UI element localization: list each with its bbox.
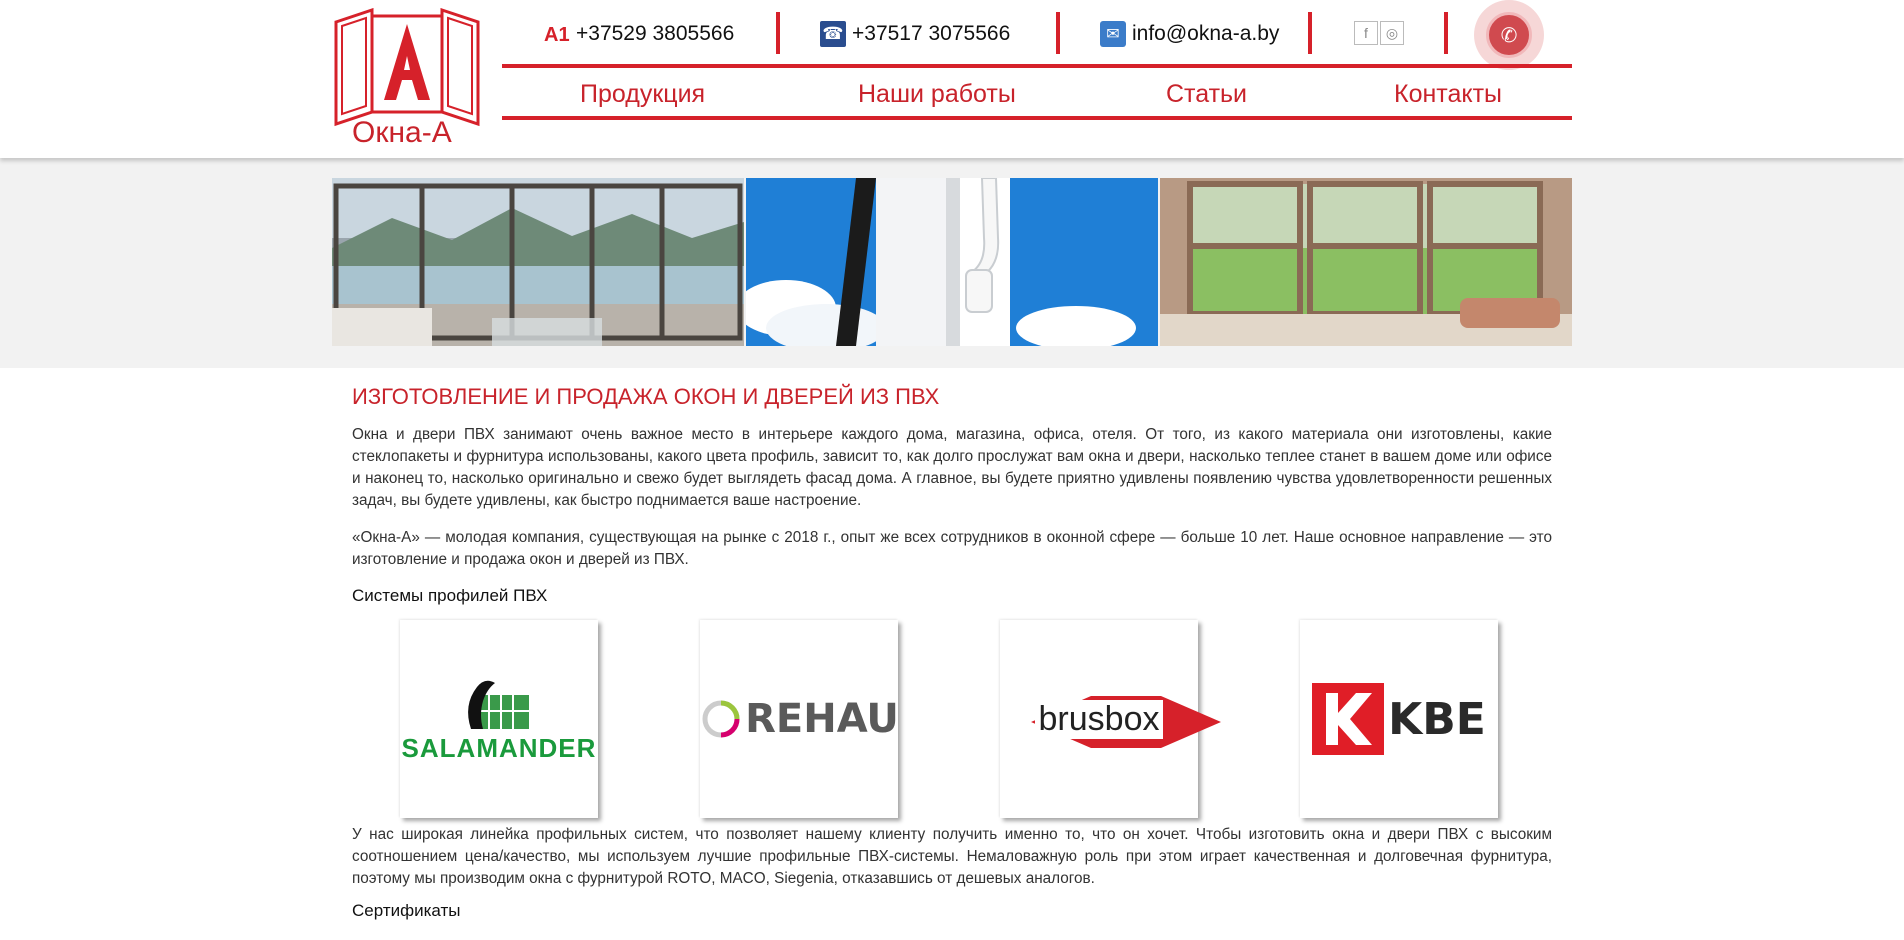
lake-doors-illustration	[332, 178, 744, 346]
social-links: f ◎	[1354, 21, 1406, 45]
profiles-heading: Системы профилей ПВХ	[352, 586, 548, 605]
bottom-content: У нас широкая линейка профильных систем,…	[352, 824, 1552, 935]
brand-label: SALAMANDER	[401, 732, 597, 763]
salamander-logo: SALAMANDER	[402, 675, 597, 764]
nav-item-contacts[interactable]: Контакты	[1394, 80, 1502, 109]
banner-image-window-handle	[746, 178, 1158, 346]
brand-label: KBE	[1388, 693, 1486, 745]
nav-item-our-works[interactable]: Наши работы	[858, 80, 1016, 109]
kbe-k-icon	[1312, 683, 1385, 755]
page: Окна-А A1 +37529 3805566 ☎ +37517 307556…	[0, 0, 1904, 940]
email[interactable]: ✉ info@okna-a.by	[1100, 18, 1279, 50]
banner-image-lake-doors	[332, 178, 744, 346]
email-address: info@okna-a.by	[1132, 22, 1280, 45]
brand-rehau[interactable]: REHAU	[699, 620, 899, 818]
site-logo[interactable]: Окна-А	[332, 7, 482, 154]
brand-brusbox[interactable]: brusbox	[1000, 620, 1221, 818]
rehau-logo: REHAU	[699, 696, 899, 742]
instagram-icon[interactable]: ◎	[1380, 21, 1404, 45]
phone2-number: +37517 3075566	[852, 22, 1011, 45]
separator	[776, 12, 780, 54]
salamander-icon	[468, 680, 529, 729]
contacts-bar: A1 +37529 3805566 ☎ +37517 3075566 ✉ inf…	[502, 0, 1572, 70]
callback-button[interactable]: ✆	[1474, 0, 1544, 70]
profiles-paragraph: У нас широкая линейка профильных систем,…	[352, 826, 1552, 887]
intro-paragraph: Окна и двери ПВХ занимают очень важное м…	[352, 426, 1552, 509]
nav-item-products[interactable]: Продукция	[580, 80, 705, 109]
separator	[1444, 12, 1448, 54]
logo-text: Окна-А	[352, 116, 452, 149]
brand-label: brusbox	[1034, 699, 1164, 739]
mail-icon: ✉	[1100, 21, 1126, 47]
nav-item-articles[interactable]: Статьи	[1166, 80, 1247, 109]
a1-operator-icon: A1	[544, 24, 570, 46]
phone2[interactable]: ☎ +37517 3075566	[820, 18, 1010, 50]
main-nav: Продукция Наши работы Статьи Контакты	[502, 64, 1572, 120]
separator	[1308, 12, 1312, 54]
phone-call-icon: ✆	[1486, 12, 1532, 58]
wooden-windows-illustration	[1160, 178, 1572, 346]
certificates-heading: Сертификаты	[352, 901, 461, 920]
window-handle-illustration	[746, 178, 1158, 346]
banner-image-wooden-windows	[1160, 178, 1572, 346]
facebook-icon[interactable]: f	[1354, 21, 1378, 45]
brusbox-logo: brusbox	[1030, 695, 1221, 748]
brand-label: REHAU	[745, 696, 899, 742]
company-paragraph: «Окна-А» — молодая компания, существующа…	[352, 529, 1552, 568]
main-content: ИЗГОТОВЛЕНИЕ И ПРОДАЖА ОКОН И ДВЕРЕЙ ИЗ …	[352, 384, 1552, 620]
page-title: ИЗГОТОВЛЕНИЕ И ПРОДАЖА ОКОН И ДВЕРЕЙ ИЗ …	[352, 384, 940, 409]
kbe-logo: KBE	[1312, 683, 1486, 755]
separator	[1056, 12, 1060, 54]
rehau-ring-icon	[702, 700, 740, 738]
profile-brands: SALAMANDER REHAU brusbox KBE	[400, 620, 1504, 820]
brand-kbe[interactable]: KBE	[1300, 620, 1498, 818]
brand-salamander[interactable]: SALAMANDER	[400, 620, 598, 818]
phone1[interactable]: A1 +37529 3805566	[544, 18, 734, 50]
site-header: Окна-А A1 +37529 3805566 ☎ +37517 307556…	[0, 0, 1904, 158]
phone-icon: ☎	[820, 21, 846, 47]
phone1-number: +37529 3805566	[576, 22, 735, 45]
